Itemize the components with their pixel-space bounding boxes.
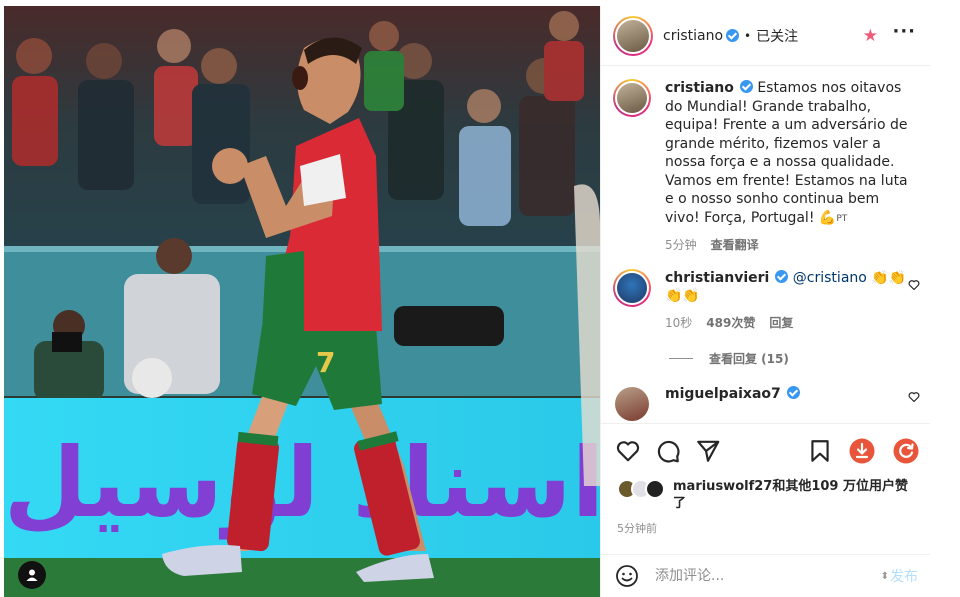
refresh-icon[interactable] — [893, 438, 919, 464]
likes-text[interactable]: mariuswolf27和其他109 万位用户赞了 — [673, 478, 917, 512]
comment-time: 10秒 — [665, 315, 693, 330]
jersey-number: 7 — [316, 346, 335, 379]
emoji-icon[interactable] — [615, 564, 639, 588]
verified-badge-icon — [786, 386, 800, 399]
verified-badge-icon — [726, 29, 740, 42]
comment-like-heart-icon[interactable] — [908, 279, 920, 291]
view-replies-button[interactable]: 查看回复 (15) — [669, 350, 930, 367]
post-comment-button[interactable]: ⬍ 发布 — [881, 566, 918, 586]
comment-like-heart-icon[interactable] — [908, 391, 920, 403]
follow-status-button[interactable]: 已关注 — [756, 26, 798, 46]
verified-badge-icon — [775, 269, 789, 283]
post-header: cristiano • 已关注 ★ ··· — [601, 6, 930, 66]
commenter-username[interactable]: christianvieri — [665, 270, 769, 286]
caption-text: Estamos nos oitavos do Mundial! Grande t… — [665, 80, 908, 226]
comment-input[interactable] — [655, 568, 881, 584]
star-icon[interactable]: ★ — [863, 26, 878, 46]
author-avatar[interactable] — [613, 15, 653, 56]
liker-avatars — [617, 479, 665, 512]
post-photo[interactable]: اسناد لوسيل 7 — [4, 6, 600, 597]
stepper-icon: ⬍ — [880, 570, 889, 582]
commenter-username[interactable]: miguelpaixao7 — [665, 386, 781, 402]
commenter-avatar[interactable] — [613, 268, 651, 307]
caption-time: 5分钟 — [665, 238, 697, 252]
view-replies-label: 查看回复 (15) — [709, 352, 789, 366]
instagram-post-viewer: اسناد لوسيل 7 cristiano • 已关注 ★ ··· cris… — [0, 0, 960, 597]
comment-row: christianvieri @cristiano 👏👏👏👏 10秒 489次赞… — [601, 255, 930, 333]
author-username[interactable]: cristiano — [663, 28, 723, 44]
comment-likes[interactable]: 489次赞 — [706, 314, 755, 333]
replies-divider — [669, 358, 693, 359]
reply-button[interactable]: 回复 — [769, 314, 793, 333]
post-photo-illustration: اسناد لوسيل 7 — [4, 6, 600, 597]
heart-icon[interactable] — [615, 438, 641, 464]
bookmark-icon[interactable] — [807, 438, 833, 464]
author-avatar[interactable] — [613, 79, 651, 117]
likes-summary[interactable]: mariuswolf27和其他109 万位用户赞了 — [617, 478, 917, 512]
comment-composer: ⬍ 发布 — [601, 554, 930, 597]
post-side-panel: cristiano • 已关注 ★ ··· cristiano Estamos … — [600, 6, 930, 597]
download-icon[interactable] — [849, 438, 875, 464]
more-icon[interactable]: ··· — [892, 21, 916, 42]
caption-row: cristiano Estamos nos oitavos do Mundial… — [601, 67, 930, 255]
post-timestamp: 5分钟前 — [617, 522, 657, 535]
commenter-avatar[interactable] — [613, 385, 651, 422]
action-bar — [601, 423, 930, 477]
user-tag-button[interactable] — [18, 561, 46, 589]
caption-author[interactable]: cristiano — [665, 80, 734, 96]
comments-list[interactable]: cristiano Estamos nos oitavos do Mundial… — [601, 67, 930, 422]
comment-row: miguelpaixao7 — [601, 367, 930, 422]
comment-mention[interactable]: @cristiano — [793, 270, 867, 286]
separator-dot: • — [744, 28, 752, 43]
verified-badge-icon — [739, 80, 753, 93]
share-icon[interactable] — [695, 438, 721, 464]
user-tag-icon — [26, 569, 38, 581]
caption-language: PT — [836, 213, 848, 224]
billboard-text: اسناد لوسيل — [4, 427, 600, 540]
comment-icon[interactable] — [655, 438, 681, 464]
see-translation-link[interactable]: 查看翻译 — [711, 236, 759, 255]
post-comment-label: 发布 — [890, 569, 918, 585]
